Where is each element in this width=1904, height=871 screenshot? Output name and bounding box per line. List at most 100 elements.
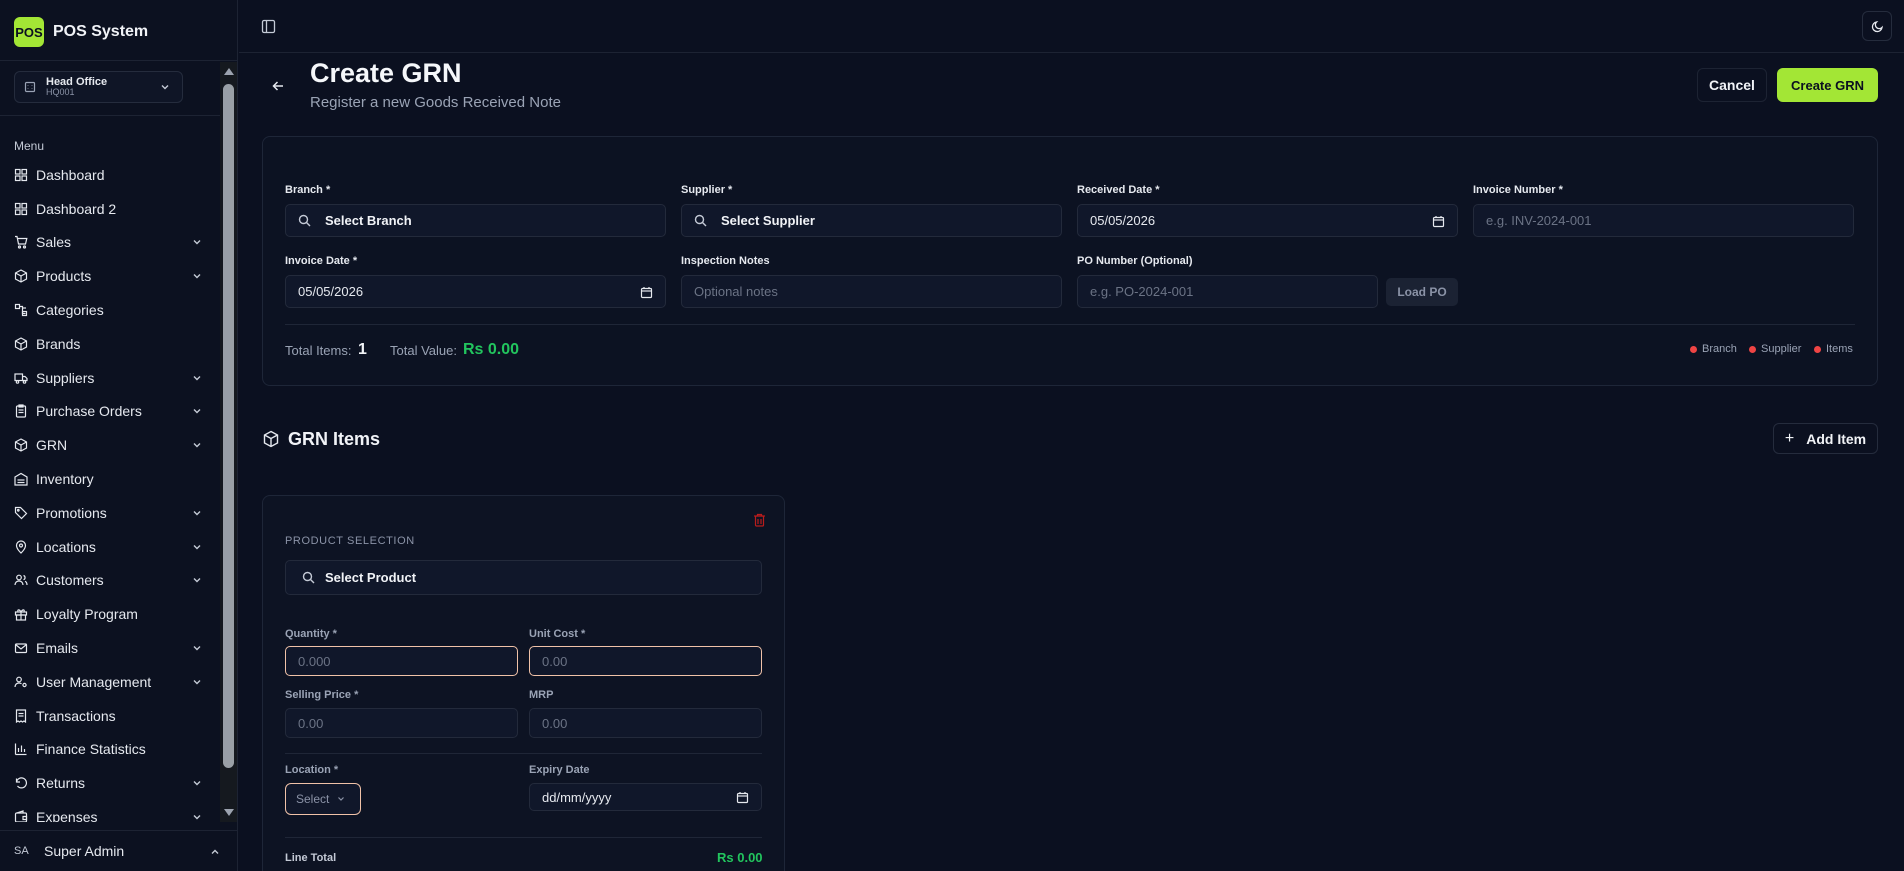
invoice-date-value: 05/05/2026 — [298, 284, 364, 299]
calendar-icon[interactable] — [640, 286, 653, 299]
chevron-down-icon — [193, 815, 201, 820]
scrollbar-thumb[interactable] — [223, 84, 234, 768]
sidebar-item-expenses[interactable]: Expenses — [0, 800, 220, 822]
sidebar-item-label: Categories — [36, 302, 104, 319]
line-total-label: Line Total — [285, 852, 337, 864]
brand[interactable]: POS POS System — [14, 17, 148, 47]
received-date-value: 05/05/2026 — [1090, 213, 1156, 228]
load-po-button[interactable]: Load PO — [1386, 278, 1458, 306]
sidebar-item-finance-statistics[interactable]: Finance Statistics — [0, 733, 220, 767]
sidebar-item-label: Promotions — [36, 504, 107, 521]
received-date-field[interactable]: 05/05/2026 — [1077, 204, 1458, 237]
status-dot — [1749, 345, 1756, 353]
sidebar-item-categories[interactable]: Categories — [0, 293, 220, 327]
sidebar-item-grn[interactable]: GRN — [0, 428, 220, 462]
sidebar-item-locations[interactable]: Locations — [0, 530, 220, 564]
sidebar-item-brands[interactable]: Brands — [0, 327, 220, 361]
quantity-placeholder: 0.000 — [298, 653, 331, 669]
chevron-down-icon — [193, 274, 201, 279]
sidebar-item-inventory[interactable]: Inventory — [0, 462, 220, 496]
chevron-down-icon — [193, 578, 201, 583]
divider — [0, 115, 220, 116]
sidebar-toggle-icon[interactable] — [261, 19, 276, 34]
invoice-date-field[interactable]: 05/05/2026 — [285, 275, 666, 308]
wallet-icon — [14, 810, 28, 822]
po-number-label: PO Number (Optional) — [1077, 255, 1193, 267]
sidebar-item-emails[interactable]: Emails — [0, 631, 220, 665]
package-icon — [14, 438, 28, 452]
create-grn-button[interactable]: Create GRN — [1777, 68, 1878, 102]
branch-select[interactable]: Select Branch — [285, 204, 666, 237]
scroll-up-arrow-icon[interactable] — [224, 68, 234, 75]
dashboard-icon — [14, 168, 28, 181]
sidebar-item-returns[interactable]: Returns — [0, 766, 220, 800]
sidebar-item-transactions[interactable]: Transactions — [0, 699, 220, 733]
cancel-button[interactable]: Cancel — [1697, 68, 1767, 102]
invoice-number-field[interactable]: e.g. INV-2024-001 — [1473, 204, 1854, 237]
unit-cost-field[interactable]: 0.00 — [529, 646, 762, 676]
po-number-field[interactable]: e.g. PO-2024-001 — [1077, 275, 1378, 308]
chevron-down-icon — [193, 409, 201, 414]
sidebar-item-label: Expenses — [36, 809, 98, 822]
unit-cost-label: Unit Cost * — [529, 628, 586, 640]
calendar-icon[interactable] — [736, 791, 749, 804]
chevron-down-icon — [193, 443, 201, 448]
sidebar-item-label: Finance Statistics — [36, 741, 146, 758]
supplier-select[interactable]: Select Supplier — [681, 204, 1062, 237]
line-total-value: Rs 0.00 — [717, 850, 763, 865]
categories-icon — [14, 303, 28, 317]
menu-label: Menu — [14, 139, 45, 153]
chevron-down-icon — [193, 510, 201, 516]
supplier-select-value: Select Supplier — [721, 213, 815, 228]
dashboard-icon — [14, 202, 28, 215]
sidebar-item-label: Brands — [36, 335, 81, 352]
invoice-number-label: Invoice Number * — [1473, 184, 1563, 196]
quantity-field[interactable]: 0.000 — [285, 646, 518, 676]
calendar-icon[interactable] — [1432, 215, 1445, 228]
theme-toggle-button[interactable] — [1862, 11, 1892, 41]
status-dot — [1690, 345, 1697, 353]
chevron-up-icon — [211, 849, 219, 854]
branch-selector[interactable]: Head Office HQ001 — [14, 71, 183, 103]
sidebar-item-purchase-orders[interactable]: Purchase Orders — [0, 395, 220, 429]
scroll-down-arrow-icon[interactable] — [224, 809, 234, 816]
expiry-date-value: dd/mm/yyyy — [542, 789, 612, 805]
top-bar — [239, 0, 1904, 53]
add-item-button[interactable]: + Add Item — [1773, 423, 1878, 454]
branch-label: Branch * — [285, 184, 331, 196]
user-menu[interactable]: SA Super Admin — [0, 830, 238, 871]
sidebar-item-promotions[interactable]: Promotions — [0, 496, 220, 530]
trash-icon[interactable] — [753, 513, 766, 527]
sidebar-item-customers[interactable]: Customers — [0, 564, 220, 598]
chevron-down-icon — [193, 679, 201, 685]
app-logo: POS — [14, 17, 44, 47]
sidebar-item-sales[interactable]: Sales — [0, 226, 220, 260]
sidebar-item-user-management[interactable]: User Management — [0, 665, 220, 699]
mrp-field[interactable]: 0.00 — [529, 708, 762, 738]
total-value-value: Rs 0.00 — [463, 341, 520, 358]
sidebar-item-loyalty-program[interactable]: Loyalty Program — [0, 597, 220, 631]
sidebar-item-products[interactable]: Products — [0, 259, 220, 293]
sidebar-item-dashboard[interactable]: Dashboard — [0, 158, 220, 192]
receipt-icon — [15, 709, 27, 723]
total-value-label: Total Value: — [390, 343, 457, 358]
received-date-label: Received Date * — [1077, 184, 1160, 196]
sidebar-item-dashboard-2[interactable]: Dashboard 2 — [0, 192, 220, 226]
legend-items: Items — [1814, 343, 1853, 355]
sidebar-scrollbar[interactable] — [220, 62, 237, 822]
branch-select-value: Select Branch — [325, 213, 412, 228]
grn-items-title: GRN Items — [288, 429, 381, 449]
back-arrow-icon[interactable] — [271, 79, 285, 93]
sidebar-item-suppliers[interactable]: Suppliers — [0, 361, 220, 395]
legend-branch-label: Branch — [1702, 343, 1737, 355]
selling-price-field[interactable]: 0.00 — [285, 708, 518, 738]
supplier-label: Supplier * — [681, 184, 733, 196]
chevron-down-icon — [193, 646, 201, 651]
expiry-date-field[interactable]: dd/mm/yyyy — [529, 783, 762, 811]
plus-icon: + — [1784, 429, 1795, 447]
total-items-label: Total Items: — [285, 343, 352, 358]
product-select[interactable]: Select Product — [285, 560, 762, 595]
chevron-down-icon — [338, 797, 345, 801]
location-select[interactable]: Select — [285, 783, 361, 815]
inspection-notes-field[interactable]: Optional notes — [681, 275, 1062, 308]
